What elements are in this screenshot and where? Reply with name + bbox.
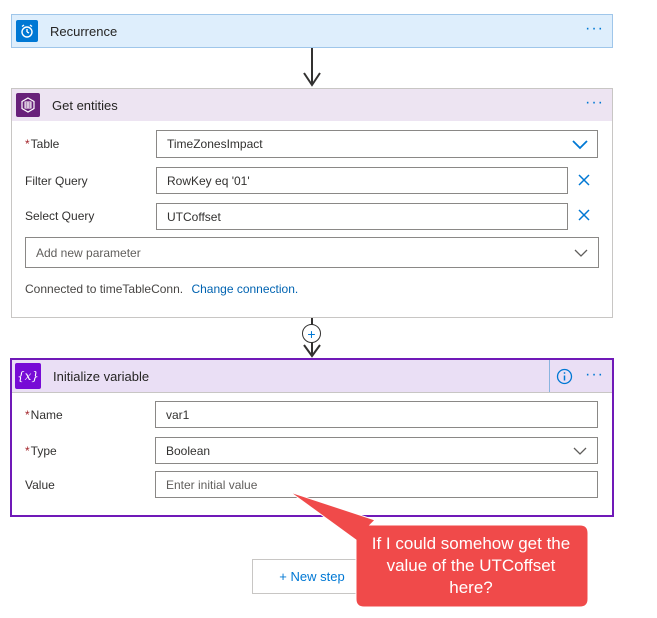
callout-text: If I could somehow get the value of the …	[371, 534, 571, 597]
